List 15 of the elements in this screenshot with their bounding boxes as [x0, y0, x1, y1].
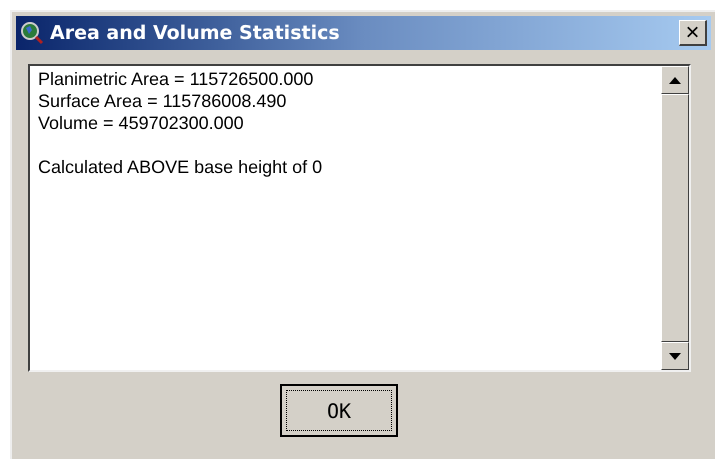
- globe-magnifier-icon: [20, 21, 44, 45]
- scroll-up-button[interactable]: [661, 66, 689, 94]
- scroll-thumb[interactable]: [661, 94, 689, 342]
- window-title: Area and Volume Statistics: [50, 20, 341, 46]
- scrollbar[interactable]: [661, 66, 689, 370]
- up-arrow-icon: [669, 76, 681, 84]
- text-line: Planimetric Area = 115726500.000: [38, 68, 314, 90]
- ok-button[interactable]: OK: [280, 384, 398, 437]
- scroll-down-button[interactable]: [661, 342, 689, 370]
- text-line: Volume = 459702300.000: [38, 112, 245, 134]
- text-line: Surface Area = 115786008.490: [38, 90, 288, 112]
- text-area[interactable]: Planimetric Area = 115726500.000 Surface Area = 115786008.490 Volume = 459702300.000 Calculated ABOVE base height of 0: [28, 64, 691, 372]
- text-line: Calculated ABOVE base height of 0: [38, 156, 324, 178]
- down-arrow-icon: [669, 352, 681, 360]
- close-button[interactable]: ×: [679, 20, 707, 46]
